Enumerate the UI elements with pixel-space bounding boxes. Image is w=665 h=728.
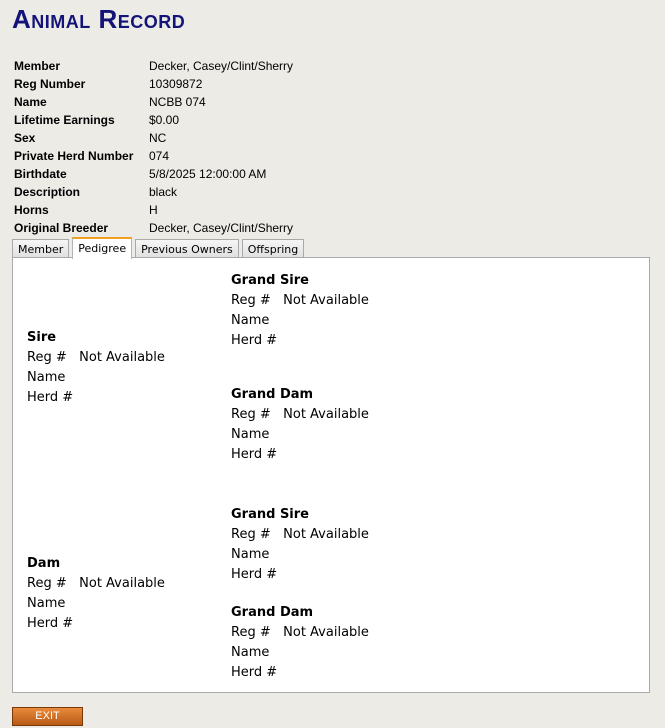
record-label: Member (14, 59, 61, 73)
name-label: Name (231, 427, 270, 442)
reg-value: Not Available (79, 350, 165, 365)
name-label: Name (27, 596, 66, 611)
reg-label: Reg # (231, 293, 271, 308)
record-label: Reg Number (14, 77, 86, 91)
exit-button[interactable]: EXIT (12, 707, 83, 726)
reg-value: Not Available (283, 407, 369, 422)
record-value: 5/8/2025 12:00:00 AM (149, 167, 267, 181)
name-label: Name (231, 547, 270, 562)
record-value: Decker, Casey/Clint/Sherry (149, 221, 294, 235)
record-value: NCBB 074 (149, 95, 206, 109)
sire-grand-dam-block: Grand Dam Reg # Not Available Name Herd … (231, 385, 369, 465)
sire-grand-sire-block: Grand Sire Reg # Not Available Name Herd… (231, 271, 369, 351)
reg-label: Reg # (27, 576, 67, 591)
reg-line: Reg # Not Available (231, 623, 369, 643)
reg-line: Reg # Not Available (231, 291, 369, 311)
reg-line: Reg # Not Available (231, 405, 369, 425)
record-row-reg-number: Reg Number 10309872 (14, 75, 293, 93)
reg-line: Reg # Not Available (27, 348, 165, 368)
reg-line: Reg # Not Available (27, 574, 165, 594)
reg-value: Not Available (283, 293, 369, 308)
record-row-description: Description black (14, 183, 293, 201)
pedigree-title: Dam (27, 556, 61, 571)
pedigree-title: Grand Dam (231, 387, 314, 402)
reg-label: Reg # (231, 407, 271, 422)
sire-block: Sire Reg # Not Available Name Herd # (27, 328, 165, 408)
reg-value: Not Available (283, 625, 369, 640)
reg-label: Reg # (27, 350, 67, 365)
record-label: Horns (14, 203, 49, 217)
record-value: 074 (149, 149, 170, 163)
record-details: Member Decker, Casey/Clint/Sherry Reg Nu… (14, 57, 293, 237)
page-title: Animal Record (12, 4, 186, 34)
herd-label: Herd # (231, 665, 278, 680)
pedigree-title: Grand Dam (231, 605, 314, 620)
record-value: Decker, Casey/Clint/Sherry (149, 59, 294, 73)
record-row-private-herd-number: Private Herd Number 074 (14, 147, 293, 165)
record-label: Original Breeder (14, 221, 109, 235)
pedigree-title: Sire (27, 330, 57, 345)
tab-offspring[interactable]: Offspring (241, 239, 305, 259)
reg-line: Reg # Not Available (231, 525, 369, 545)
record-row-member: Member Decker, Casey/Clint/Sherry (14, 57, 293, 75)
dam-grand-sire-block: Grand Sire Reg # Not Available Name Herd… (231, 505, 369, 585)
record-label: Description (14, 185, 81, 199)
pedigree-title: Grand Sire (231, 507, 309, 522)
record-value: $0.00 (149, 113, 180, 127)
record-row-birthdate: Birthdate 5/8/2025 12:00:00 AM (14, 165, 293, 183)
record-label: Lifetime Earnings (14, 113, 115, 127)
record-row-original-breeder: Original Breeder Decker, Casey/Clint/She… (14, 219, 293, 237)
record-label: Birthdate (14, 167, 67, 181)
record-row-sex: Sex NC (14, 129, 293, 147)
name-label: Name (231, 645, 270, 660)
record-value: H (149, 203, 158, 217)
record-row-lifetime-earnings: Lifetime Earnings $0.00 (14, 111, 293, 129)
record-label: Name (14, 95, 47, 109)
record-label: Sex (14, 131, 36, 145)
tab-previous-owners[interactable]: Previous Owners (135, 239, 239, 259)
tab-bar: Member Pedigree Previous Owners Offsprin… (12, 237, 307, 259)
dam-grand-dam-block: Grand Dam Reg # Not Available Name Herd … (231, 603, 369, 683)
herd-label: Herd # (27, 616, 74, 631)
reg-value: Not Available (283, 527, 369, 542)
record-row-name: Name NCBB 074 (14, 93, 293, 111)
herd-label: Herd # (231, 333, 278, 348)
reg-label: Reg # (231, 625, 271, 640)
reg-label: Reg # (231, 527, 271, 542)
herd-label: Herd # (27, 390, 74, 405)
pedigree-panel: Grand Sire Reg # Not Available Name Herd… (12, 257, 650, 693)
reg-value: Not Available (79, 576, 165, 591)
name-label: Name (231, 313, 270, 328)
tab-member[interactable]: Member (12, 239, 70, 259)
record-label: Private Herd Number (14, 149, 134, 163)
dam-block: Dam Reg # Not Available Name Herd # (27, 554, 165, 634)
herd-label: Herd # (231, 447, 278, 462)
name-label: Name (27, 370, 66, 385)
record-value: black (149, 185, 178, 199)
record-value: NC (149, 131, 167, 145)
pedigree-title: Grand Sire (231, 273, 309, 288)
record-row-horns: Horns H (14, 201, 293, 219)
record-value: 10309872 (149, 77, 203, 91)
tab-pedigree[interactable]: Pedigree (72, 237, 133, 259)
herd-label: Herd # (231, 567, 278, 582)
